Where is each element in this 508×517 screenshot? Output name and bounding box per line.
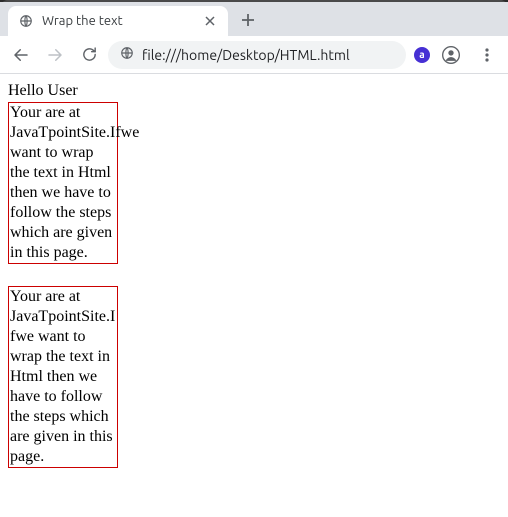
forward-button[interactable] — [40, 40, 70, 70]
greeting-text: Hello User — [8, 82, 500, 100]
maximize-icon — [467, 11, 475, 19]
close-icon — [489, 11, 497, 19]
globe-icon — [120, 46, 134, 63]
arrow-right-icon — [46, 46, 64, 64]
plus-icon — [241, 13, 255, 27]
url-text: file:///home/Desktop/HTML.html — [142, 47, 394, 63]
browser-tab[interactable]: Wrap the text — [8, 6, 228, 36]
address-bar[interactable]: file:///home/Desktop/HTML.html — [108, 41, 406, 69]
extension-icon[interactable]: a — [414, 47, 430, 63]
globe-icon — [18, 13, 34, 29]
reload-button[interactable] — [74, 40, 104, 70]
text-box-normal: Your are at JavaTpointSite.Ifwe want to … — [8, 102, 118, 264]
text-box-breakword: Your are at JavaTpointSite.Ifwe want to … — [8, 286, 118, 468]
back-button[interactable] — [6, 40, 36, 70]
tab-title: Wrap the text — [42, 14, 194, 28]
person-icon — [441, 45, 461, 65]
reload-icon — [81, 46, 98, 63]
minimize-icon — [445, 11, 453, 19]
tab-close-button[interactable] — [202, 13, 218, 29]
minimize-button[interactable] — [442, 8, 456, 22]
page-content: Hello User Your are at JavaTpointSite.If… — [0, 74, 508, 517]
browser-toolbar: file:///home/Desktop/HTML.html a — [0, 36, 508, 74]
arrow-left-icon — [12, 46, 30, 64]
browser-window: Wrap the text file:///home/Desktop/HTML.… — [0, 0, 508, 517]
kebab-icon — [479, 47, 495, 63]
maximize-button[interactable] — [464, 8, 478, 22]
menu-button[interactable] — [472, 40, 502, 70]
close-button[interactable] — [486, 8, 500, 22]
x-icon — [205, 16, 215, 26]
new-tab-button[interactable] — [234, 6, 262, 34]
profile-button[interactable] — [438, 42, 464, 68]
